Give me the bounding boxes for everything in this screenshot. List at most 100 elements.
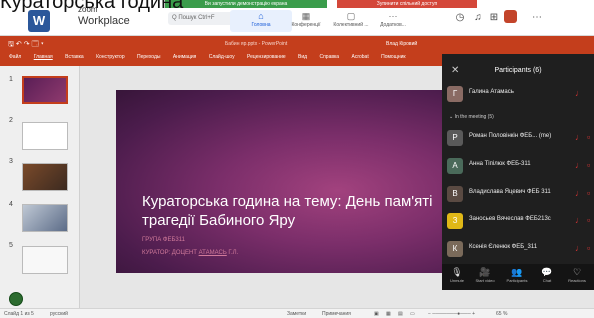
normal-view-icon[interactable]: ▣: [374, 311, 379, 317]
curator-suffix: Г.Л.: [226, 250, 239, 256]
document-title: Бабин яр.pptx - PowerPoint: [225, 41, 288, 47]
mic-muted-icon: ♩: [575, 243, 584, 253]
participant-row[interactable]: А Анна Тіпілюк ФЕБ-311 ♩ ▫: [442, 156, 594, 176]
participant-name: Роман Половінкін ФЕБ... (me): [469, 133, 552, 139]
tab-meetings-label: Конференції: [291, 22, 321, 28]
slide-thumbnail-3[interactable]: [22, 163, 68, 191]
grid-icon[interactable]: ⊞: [488, 12, 500, 24]
menu-assistant[interactable]: Помощник: [381, 54, 405, 60]
video-caption: Кураторська година: [0, 0, 184, 13]
meeting-toolbar: 🎙 Unmute 🎥 Start video 👥 Participants 💬 …: [442, 264, 594, 290]
unmute-button[interactable]: 🎙 Unmute: [444, 266, 470, 283]
menu-file[interactable]: Файл: [9, 54, 21, 60]
in-meeting-label: In the meeting (5): [454, 114, 494, 120]
participant-row[interactable]: В Владислава Яцевич ФЕБ 311 ♩ ▫: [442, 184, 594, 204]
slide-thumbnail-2[interactable]: [22, 122, 68, 150]
video-camera-icon: 🎥: [479, 267, 491, 277]
participants-label: Participants: [506, 278, 528, 283]
zoom-slider[interactable]: − ───────●─── +: [428, 311, 475, 317]
participant-row[interactable]: Р Роман Половінкін ФЕБ... (me) ♩ ▫: [442, 128, 594, 148]
tab-more[interactable]: ··· Додатков...: [362, 10, 424, 32]
status-bar: Слайд 1 из 5 русский Заметки Примечания …: [0, 308, 594, 318]
participant-name: Галина Атамась: [469, 89, 514, 95]
participant-name: Заносьев Вячеслав ФЕБ213с: [469, 216, 551, 222]
menu-animation[interactable]: Анимация: [173, 54, 196, 60]
participant-row-host[interactable]: Г Галина Атамась ♩: [442, 84, 594, 104]
menu-review[interactable]: Рецензирование: [247, 54, 286, 60]
mic-muted-icon: ♩: [575, 88, 584, 98]
participants-panel: ✕ Participants (6) Г Галина Атамась ♩ ⌄ …: [442, 54, 594, 290]
menu-help[interactable]: Справка: [319, 54, 339, 60]
video-off-icon: ▫: [587, 160, 591, 170]
participant-name: Ксенія Єленюк ФЕБ_311: [469, 244, 538, 250]
comments-button[interactable]: Примечания: [322, 311, 351, 317]
video-off-icon: ▫: [587, 188, 591, 198]
more-dots-icon[interactable]: ⋯: [532, 12, 542, 23]
curator-prefix: КУРАТОР: ДОЦЕНТ: [142, 250, 199, 256]
tab-more-label: Додатков...: [380, 22, 406, 28]
mic-muted-icon: ♩: [575, 188, 584, 198]
slide-thumbnail-4[interactable]: [22, 204, 68, 232]
language-indicator[interactable]: русский: [50, 311, 68, 317]
zoom-percentage[interactable]: 65 %: [496, 311, 507, 317]
more-horizontal-icon: ···: [388, 11, 398, 21]
menu-home[interactable]: Главная: [34, 54, 53, 60]
participant-row[interactable]: К Ксенія Єленюк ФЕБ_311 ♩ ▫: [442, 239, 594, 259]
notes-button[interactable]: Заметки: [287, 311, 306, 317]
participants-button[interactable]: 👥 Participants: [504, 266, 530, 283]
participant-avatar: Г: [447, 86, 463, 102]
slide-counter: Слайд 1 из 5: [4, 311, 34, 317]
participant-avatar: К: [447, 241, 463, 257]
thumb-number-1: 1: [9, 76, 13, 83]
curator-surname: АТАМАСЬ: [198, 250, 227, 256]
mic-muted-icon: ♩: [575, 132, 584, 142]
account-name[interactable]: Влад Кіровий: [386, 41, 417, 47]
people-icon: 👥: [511, 267, 523, 277]
participant-avatar: В: [447, 186, 463, 202]
reading-view-icon[interactable]: ▤: [398, 311, 403, 317]
chevron-down-icon: ⌄: [449, 114, 454, 120]
heart-icon: ♡: [572, 267, 582, 277]
current-slide[interactable]: Кураторська година на тему: День пам'яті…: [116, 90, 442, 273]
mic-muted-icon: ♩: [575, 215, 584, 225]
tab-home-label: Головна: [251, 22, 271, 28]
sorter-view-icon[interactable]: ▦: [386, 311, 391, 317]
video-off-icon: ▫: [587, 132, 591, 142]
menu-design[interactable]: Конструктор: [96, 54, 125, 60]
reactions-button[interactable]: ♡ Reactions: [564, 266, 590, 283]
clock-icon[interactable]: ◷: [454, 12, 466, 24]
slide-thumbnail-5[interactable]: [22, 246, 68, 274]
microphone-icon: 🎙: [451, 267, 463, 277]
unmute-label: Unmute: [449, 278, 464, 283]
participant-row[interactable]: З Заносьев Вячеслав ФЕБ213с ♩ ▫: [442, 211, 594, 231]
thumb-number-4: 4: [9, 201, 13, 208]
menu-view[interactable]: Вид: [298, 54, 307, 60]
presenter-mic-badge[interactable]: [9, 292, 23, 306]
quick-access-toolbar[interactable]: 🖫 ↶ ↷ 🗔 ▾: [8, 40, 44, 51]
menu-slideshow[interactable]: Слайд-шоу: [209, 54, 235, 60]
slide-thumbnail-1[interactable]: [22, 76, 68, 104]
participant-name: Владислава Яцевич ФЕБ 311: [469, 189, 551, 195]
screen-share-notice: Ви запустили демонстрацію екрана: [165, 0, 327, 8]
participant-avatar: Р: [447, 130, 463, 146]
video-off-icon: ▫: [587, 243, 591, 253]
slideshow-view-icon[interactable]: ▭: [410, 311, 415, 317]
menu-insert[interactable]: Вставка: [65, 54, 84, 60]
bell-icon[interactable]: ♫: [472, 12, 484, 24]
start-video-button[interactable]: 🎥 Start video: [472, 266, 498, 283]
user-avatar[interactable]: [504, 10, 517, 23]
chat-icon: 💬: [541, 267, 553, 277]
menu-transitions[interactable]: Переходы: [137, 54, 160, 60]
thumb-number-2: 2: [9, 117, 13, 124]
video-off-icon: ▫: [587, 215, 591, 225]
stop-share-button[interactable]: Зупинити спільний доступ: [337, 0, 477, 8]
mic-muted-icon: ♩: [575, 160, 584, 170]
menu-acrobat[interactable]: Acrobat: [351, 54, 368, 60]
chat-button[interactable]: 💬 Chat: [534, 266, 560, 283]
thumb-number-3: 3: [9, 158, 13, 165]
in-meeting-section[interactable]: ⌄ In the meeting (5): [449, 114, 494, 120]
slide-group-label: ГРУПА ФЕБ311: [142, 237, 185, 243]
slide-curator-label: КУРАТОР: ДОЦЕНТ АТАМАСЬ Г.Л.: [142, 250, 238, 256]
thumb-number-5: 5: [9, 242, 13, 249]
chat-label: Chat: [542, 278, 552, 283]
